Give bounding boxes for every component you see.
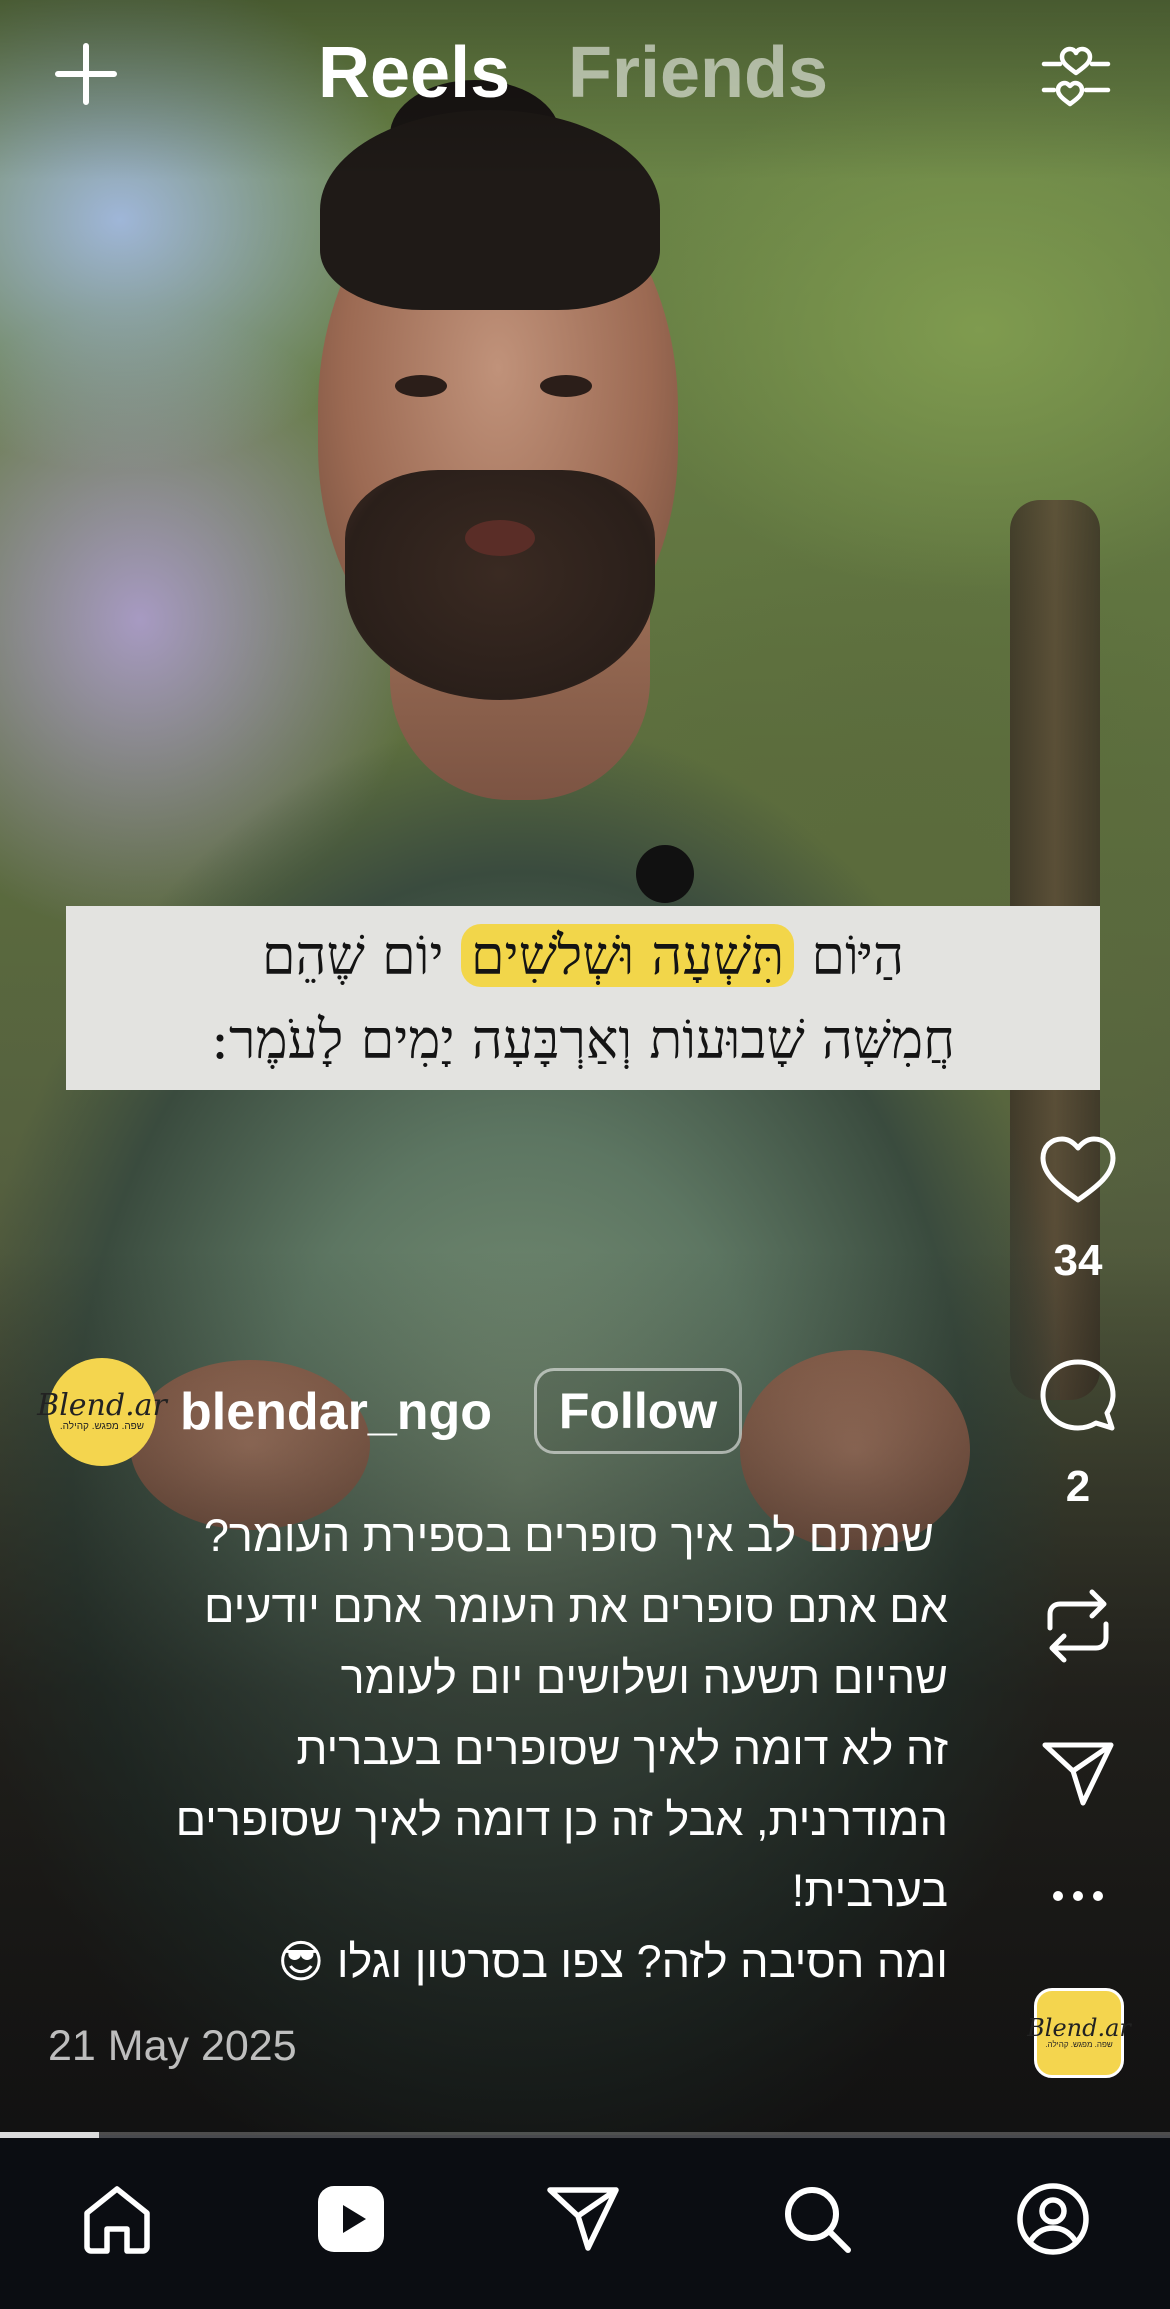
- avatar-subtext: שפה. מפגש. קהילה.: [59, 1421, 145, 1432]
- caption-line: אם אתם סופרים את העומר אתם יודעים: [203, 1581, 948, 1632]
- caption-line: שהיום תשעה ושלושים יום לעומר: [340, 1652, 948, 1703]
- heart-filter-icon[interactable]: [1040, 40, 1112, 112]
- thumb-text: Blend.ar: [1027, 2014, 1131, 2042]
- caption-line: המודרנית, אבל זה כן דומה לאיך שסופרים: [175, 1794, 948, 1845]
- verse-line-1: הַיּוֹם תִּשְׁעָה וּשְׁלֹשִׁים יוֹם שֶׁה…: [261, 924, 905, 987]
- comment-count: 2: [1065, 1462, 1091, 1511]
- plus-icon[interactable]: [54, 42, 118, 106]
- profile-icon[interactable]: [1008, 2174, 1098, 2264]
- tab-friends[interactable]: Friends: [568, 28, 828, 118]
- person-beard: [345, 470, 655, 700]
- repost-icon[interactable]: [1036, 1584, 1120, 1668]
- person-eye-left: [395, 375, 447, 397]
- caption-line: ומה הסיבה לזה? צפו בסרטון וגלו 😎: [277, 1936, 948, 1987]
- tab-reels[interactable]: Reels: [318, 28, 510, 118]
- bottom-nav: [0, 2138, 1170, 2309]
- share-icon[interactable]: [1036, 1732, 1120, 1816]
- follow-button[interactable]: Follow: [534, 1368, 742, 1454]
- audio-thumbnail[interactable]: Blend.ar שפה. מפגש. קהילה.: [1027, 1988, 1131, 2078]
- verse-highlight: תִּשְׁעָה וּשְׁלֹשִׁים: [460, 924, 795, 987]
- heart-icon[interactable]: [1036, 1128, 1120, 1212]
- caption-line: בערבית!: [791, 1865, 948, 1916]
- username[interactable]: blendar_ngo: [180, 1380, 492, 1444]
- more-icon[interactable]: [1036, 1854, 1120, 1938]
- caption[interactable]: שמתם לב איך סופרים בספירת העומר? אם אתם …: [48, 1500, 948, 1997]
- search-icon[interactable]: [772, 2174, 862, 2264]
- messages-icon[interactable]: [538, 2174, 628, 2264]
- post-date: 21 May 2025: [48, 2022, 297, 2070]
- caption-line: שמתם לב איך סופרים בספירת העומר?: [203, 1510, 934, 1561]
- avatar[interactable]: Blend.ar שפה. מפגש. קהילה.: [37, 1358, 167, 1466]
- caption-line: זה לא דומה לאיך שסופרים בעברית: [296, 1723, 948, 1774]
- reels-icon[interactable]: [306, 2174, 396, 2264]
- thumb-subtext: שפה. מפגש. קהילה.: [1045, 2040, 1113, 2049]
- person-eye-right: [540, 375, 592, 397]
- person-mouth: [465, 520, 535, 556]
- verse-line-2: חֲמִשָּׁה שָׁבוּעוֹת וְאַרְבָּעָה יָמִים…: [210, 1008, 956, 1071]
- home-icon[interactable]: [72, 2174, 162, 2264]
- like-count: 34: [1053, 1236, 1103, 1285]
- avatar-text: Blend.ar: [37, 1388, 167, 1423]
- comment-icon[interactable]: [1036, 1354, 1120, 1438]
- lapel-mic: [636, 845, 694, 903]
- verse-overlay: הַיּוֹם תִּשְׁעָה וּשְׁלֹשִׁים יוֹם שֶׁה…: [66, 906, 1100, 1090]
